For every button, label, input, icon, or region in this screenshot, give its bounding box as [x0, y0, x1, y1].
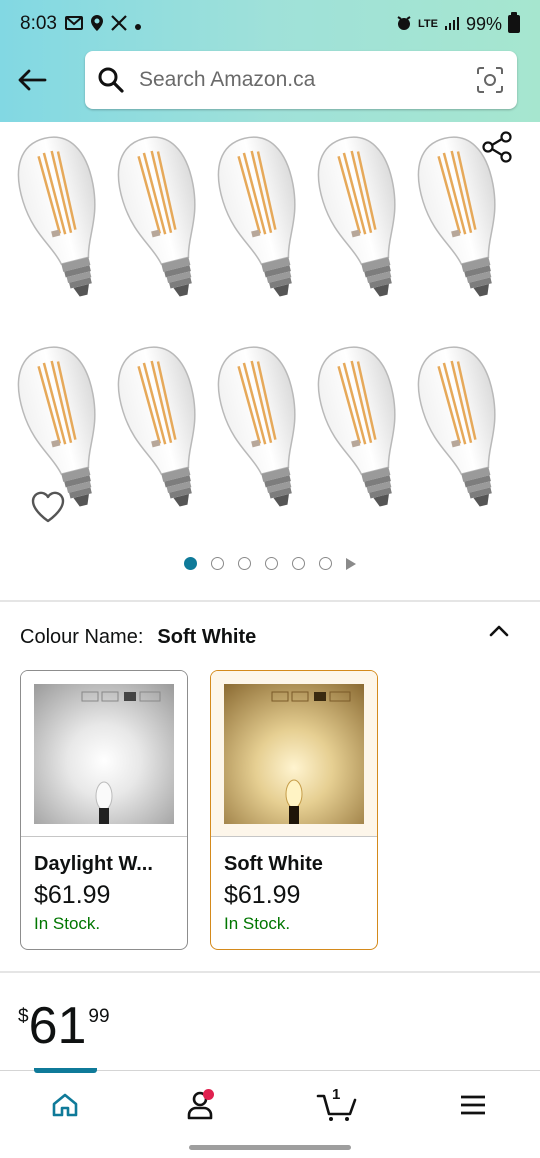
bulb-graphic [217, 346, 296, 507]
image-pagination[interactable] [0, 557, 540, 570]
bulb-graphic [217, 136, 296, 297]
bulb-graphic [417, 346, 496, 507]
pagination-dot[interactable] [184, 557, 197, 570]
search-bar[interactable]: Search Amazon.ca [85, 51, 517, 109]
price-whole: 61 [28, 997, 87, 1055]
back-button[interactable] [14, 60, 50, 100]
dot-icon [134, 16, 141, 33]
chevron-up-icon[interactable] [488, 620, 510, 642]
nav-account[interactable] [180, 1085, 220, 1125]
notification-badge [203, 1089, 214, 1100]
home-icon [52, 1093, 78, 1117]
nav-home[interactable] [45, 1085, 85, 1125]
search-icon [98, 67, 124, 93]
section-divider [0, 971, 540, 973]
pagination-dot[interactable] [265, 557, 278, 570]
colour-selected-value: Soft White [157, 625, 257, 648]
colour-label: Colour Name: [20, 625, 144, 648]
search-input[interactable]: Search Amazon.ca [139, 68, 475, 92]
product-price: $ 61 99 [18, 998, 110, 1054]
nav-menu[interactable] [453, 1085, 493, 1125]
gesture-bar[interactable] [189, 1145, 351, 1150]
pagination-dot[interactable] [292, 557, 305, 570]
bulb-graphic [317, 136, 396, 297]
status-bar: 8:03 LTE 99% [0, 0, 540, 48]
pagination-dot[interactable] [211, 557, 224, 570]
variant-price: $61.99 [34, 881, 111, 909]
battery-percent: 99% [465, 13, 502, 34]
status-time: 8:03 [20, 13, 57, 34]
colour-name-row: Colour Name: Soft White [20, 622, 520, 652]
x-icon [111, 14, 127, 34]
bulb-graphic [17, 136, 96, 297]
bulb-graphic [117, 346, 196, 507]
variant-name: Soft White [224, 853, 323, 875]
variant-card-daylight[interactable]: Daylight W... $61.99 In Stock. [20, 670, 188, 950]
pagination-dot[interactable] [319, 557, 332, 570]
product-image-gallery[interactable] [0, 122, 540, 600]
bulb-graphic [117, 136, 196, 297]
pagination-dot[interactable] [238, 557, 251, 570]
product-image [17, 136, 496, 507]
battery-icon [508, 12, 520, 33]
bulb-graphic [317, 346, 396, 507]
variant-thumbnail [21, 671, 187, 837]
wishlist-heart-icon[interactable] [30, 490, 66, 524]
mail-icon [64, 15, 83, 33]
location-icon [90, 14, 103, 34]
play-video-icon[interactable] [346, 557, 356, 570]
nav-cart[interactable]: 1 [315, 1085, 359, 1125]
variant-stock: In Stock. [224, 914, 291, 933]
active-tab-indicator [34, 1068, 97, 1073]
variant-stock: In Stock. [34, 914, 101, 933]
variant-price: $61.99 [224, 881, 301, 909]
variant-name: Daylight W... [34, 853, 153, 875]
back-arrow-icon [18, 69, 47, 91]
price-currency: $ [18, 1006, 29, 1027]
variant-thumbnail [211, 671, 377, 837]
price-fraction: 99 [88, 1006, 110, 1027]
variant-card-soft-white[interactable]: Soft White $61.99 In Stock. [210, 670, 378, 950]
bottom-navigation: 1 [0, 1068, 540, 1138]
lte-icon: LTE [418, 18, 438, 30]
share-icon[interactable] [480, 130, 514, 164]
section-divider [0, 600, 540, 602]
bulb-image [271, 691, 351, 824]
signal-icon [444, 15, 460, 34]
camera-search-icon[interactable] [475, 65, 505, 95]
cart-count: 1 [332, 1086, 341, 1103]
menu-icon [461, 1095, 485, 1115]
bulb-graphic [17, 346, 96, 507]
top-header: 8:03 LTE 99% Search Amazon.ca [0, 0, 540, 122]
bulb-image [81, 691, 161, 824]
alarm-icon [396, 15, 412, 34]
